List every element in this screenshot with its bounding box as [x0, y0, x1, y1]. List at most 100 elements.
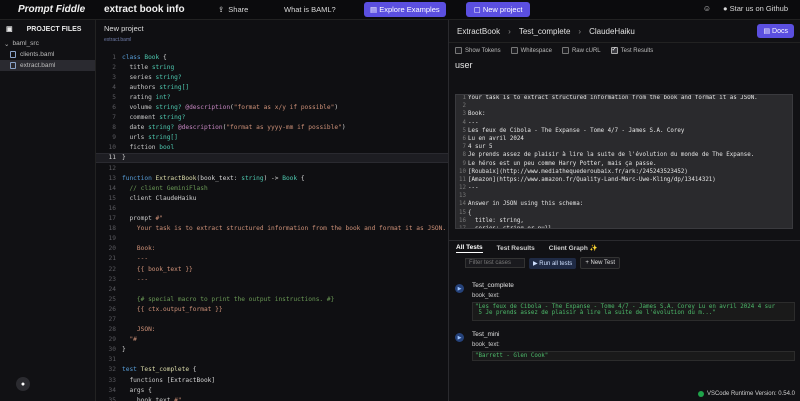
line-number: 2 [112, 63, 116, 71]
code-line[interactable]: 34 args { [96, 385, 448, 395]
code-token: string? [159, 114, 186, 122]
run-test-icon[interactable]: ▶ [455, 333, 464, 342]
code-line[interactable]: 5 rating int? [96, 92, 448, 102]
code-token: urls [122, 134, 149, 142]
checkbox[interactable] [510, 47, 518, 54]
code-line[interactable]: 13 function ExtractBook (book_text: string… [96, 173, 448, 183]
test-select[interactable]: Test_complete [519, 27, 571, 36]
code-line[interactable]: 26 {{ ctx.output_format }} [96, 304, 448, 314]
function-select[interactable]: ExtractBook [457, 27, 500, 36]
file-item-clients[interactable]: clients.baml [0, 49, 95, 60]
option-raw-curl[interactable]: Raw cURL [561, 47, 601, 54]
code-line[interactable]: 19 [96, 234, 448, 244]
code-line[interactable]: 16 [96, 203, 448, 213]
panel-toggle-icon[interactable]: ▣ [6, 25, 13, 33]
code-token: #" [174, 396, 182, 401]
code-line[interactable]: 30} [96, 345, 448, 355]
run-all-tests-button[interactable]: ▶ Run all tests [529, 257, 577, 269]
code-line[interactable]: 11} [96, 152, 448, 164]
code-line[interactable]: 14 // client GeminiFlash [96, 183, 448, 193]
checkbox[interactable] [610, 46, 618, 54]
code-line[interactable]: 21 --- [96, 254, 448, 264]
code-line[interactable]: 17 prompt #" [96, 214, 448, 224]
prompt-preview[interactable]: 1 Your task is to extract structured info… [455, 94, 793, 229]
code-line[interactable]: 33 functions [ExtractBook] [96, 375, 448, 385]
test-item[interactable]: ▶ Test_complete book_text: "Les feux de … [455, 282, 795, 321]
code-line[interactable]: 7 comment string? [96, 113, 448, 123]
code-line[interactable]: 15 client ClaudeHaiku [96, 193, 448, 203]
code-line[interactable]: 18 Your task is to extract structured in… [96, 224, 448, 234]
chevron-down-icon: ⌄ [4, 40, 10, 48]
line-number: 28 [108, 326, 116, 334]
code-line[interactable]: 12 [96, 163, 448, 173]
checkbox[interactable] [455, 47, 462, 54]
code-token: { [297, 174, 305, 182]
prompt-line: 5 Les feux de Cibola - The Expanse - Tome… [456, 128, 792, 136]
code-token: Book: [122, 245, 156, 253]
code-line[interactable]: 25 {# special macro to print the output … [96, 294, 448, 304]
tab-test-results[interactable]: Test Results [497, 245, 535, 252]
line-number: 33 [108, 376, 116, 384]
code-line[interactable]: 24 [96, 284, 448, 294]
code-line[interactable]: 4 authors string[] [96, 82, 448, 92]
tab-all-tests[interactable]: All Tests [456, 244, 483, 253]
code-lines[interactable]: 1 class Book {2 title string 3 series stri… [96, 52, 448, 401]
discord-icon[interactable]: ☺ [703, 4, 711, 13]
line-number: 18 [108, 225, 116, 233]
prompt-text: Book: [468, 111, 486, 118]
test-item[interactable]: ▶ Test_mini book_text: "Barrett - Glen C… [455, 331, 795, 361]
github-link[interactable]: ● Star us on Github [723, 4, 788, 13]
code-line[interactable]: 28 JSON: [96, 325, 448, 335]
code-line[interactable]: 6 volume string? @description("format as… [96, 102, 448, 112]
code-line[interactable]: 9 urls string[] [96, 133, 448, 143]
prompt-text: Je prends assez de plaisir à lire la sui… [468, 152, 755, 159]
folder-label: baml_src [12, 40, 39, 47]
tab-client-graph[interactable]: Client Graph ✨ [549, 244, 598, 252]
code-token: comment [122, 114, 160, 122]
code-token: string[] [148, 134, 178, 142]
code-line[interactable]: 8 date string? @description("format as y… [96, 123, 448, 133]
code-line[interactable]: 35 book_text #" [96, 395, 448, 401]
settings-button[interactable]: ● [16, 377, 30, 391]
code-token: date [122, 124, 149, 132]
file-item-extract[interactable]: extract.baml [0, 60, 95, 71]
option-whitespace[interactable]: Whitespace [510, 47, 552, 54]
explore-examples-button[interactable]: ▤ Explore Examples [364, 2, 446, 17]
line-number: 12 [108, 164, 116, 172]
editor-tab[interactable]: extract.baml [96, 37, 448, 45]
docs-button[interactable]: ▤ Docs [757, 24, 794, 38]
file-title[interactable]: extract book info [104, 4, 208, 15]
code-token: ExtractBook [155, 174, 197, 182]
app-logo[interactable]: Prompt Fiddle [0, 4, 96, 15]
code-token: } [122, 154, 126, 162]
share-label: Share [228, 5, 249, 14]
new-project-button[interactable]: ▢ New project [465, 2, 531, 17]
checkbox[interactable] [561, 47, 569, 54]
prompt-line: 6 Lu en avril 2024 [456, 136, 792, 144]
option-test-results[interactable]: Test Results [610, 46, 653, 54]
code-line[interactable]: 2 title string [96, 62, 448, 72]
share-button[interactable]: ⇪ Share [218, 5, 278, 14]
code-line[interactable]: 3 series string? [96, 72, 448, 82]
code-line[interactable]: 27 [96, 314, 448, 324]
new-test-button[interactable]: + New Test [580, 257, 621, 269]
code-line[interactable]: 23 --- [96, 274, 448, 284]
code-line[interactable]: 20 Book: [96, 244, 448, 254]
client-select[interactable]: ClaudeHaiku [589, 27, 635, 36]
code-line[interactable]: 1 class Book { [96, 52, 448, 62]
message-role: user [455, 60, 473, 70]
option-show-tokens[interactable]: Show Tokens [455, 47, 501, 54]
folder-baml-src[interactable]: ⌄ baml_src [0, 38, 95, 49]
code-line[interactable]: 29 "# [96, 335, 448, 345]
project-name[interactable]: New project [96, 20, 448, 37]
code-token: "format as yyyy-mm if possible" [226, 124, 342, 132]
run-test-icon[interactable]: ▶ [455, 284, 464, 293]
code-editor[interactable]: New project extract.baml 1 class Book {2 … [96, 20, 448, 401]
code-line[interactable]: 22 {{ book_text }} [96, 264, 448, 274]
code-line[interactable]: 32 test Test_complete { [96, 365, 448, 375]
project-files-panel: ▣ PROJECT FILES ⌄ baml_src clients.baml … [0, 20, 96, 401]
code-line[interactable]: 10 fiction bool [96, 143, 448, 153]
filter-tests-input[interactable]: Filter test cases [465, 258, 525, 268]
what-is-baml-link[interactable]: What is BAML? [284, 5, 364, 14]
code-line[interactable]: 31 [96, 355, 448, 365]
